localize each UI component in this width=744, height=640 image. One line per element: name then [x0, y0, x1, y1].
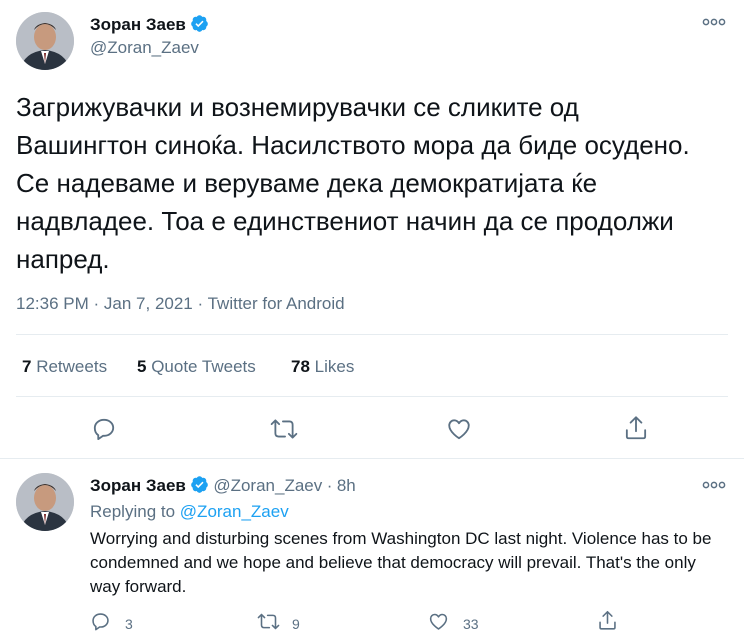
reply-text: Worrying and disturbing scenes from Wash…: [90, 529, 712, 596]
retweet-icon[interactable]: [270, 416, 298, 447]
reply-author-handle[interactable]: @Zoran_Zaev: [213, 476, 322, 495]
author-name[interactable]: Зоран Заев: [90, 15, 186, 34]
meta-separator: ·: [326, 476, 333, 495]
avatar[interactable]: [16, 12, 74, 70]
like-count: 33: [463, 616, 479, 632]
reply-retweet-button[interactable]: 9: [257, 611, 300, 637]
likes-count: 78: [291, 357, 310, 376]
reply-count: 3: [125, 616, 133, 632]
retweet-count: 9: [292, 616, 300, 632]
quote-tweets-stat[interactable]: 5 Quote Tweets: [137, 357, 256, 377]
reply-age[interactable]: 8h: [337, 476, 356, 495]
likes-label: Likes: [314, 357, 355, 376]
tweet-source[interactable]: Twitter for Android: [208, 294, 345, 313]
more-options-icon[interactable]: [702, 477, 726, 495]
divider: [0, 458, 744, 459]
replying-to-handle[interactable]: @Zoran_Zaev: [180, 502, 289, 521]
reply-avatar[interactable]: [16, 473, 74, 531]
quotes-label: Quote Tweets: [151, 357, 256, 376]
like-icon: [428, 611, 449, 637]
reply-reply-button[interactable]: 3: [90, 611, 133, 637]
meta-separator: ·: [93, 294, 100, 313]
reply-icon: [90, 611, 111, 637]
verified-badge-icon: [190, 14, 209, 38]
retweets-label: Retweets: [36, 357, 108, 376]
meta-separator: ·: [197, 294, 204, 313]
verified-badge-icon: [190, 475, 209, 499]
tweet-text: Загрижувачки и вознемирувачки се сликите…: [16, 92, 690, 274]
tweet-date[interactable]: Jan 7, 2021: [104, 294, 193, 313]
tweet-time[interactable]: 12:36 PM: [16, 294, 89, 313]
more-options-icon[interactable]: [702, 14, 726, 32]
likes-stat[interactable]: 78 Likes: [291, 357, 354, 377]
replying-to-label: Replying to: [90, 502, 176, 521]
retweet-icon: [257, 611, 280, 637]
retweets-count: 7: [22, 357, 32, 376]
quotes-count: 5: [137, 357, 147, 376]
like-icon[interactable]: [446, 416, 472, 447]
reply-author-name[interactable]: Зоран Заев: [90, 476, 186, 495]
share-icon[interactable]: [623, 414, 649, 447]
divider: [16, 396, 728, 397]
author-handle[interactable]: @Zoran_Zaev: [90, 38, 199, 58]
reply-icon[interactable]: [91, 416, 117, 447]
retweets-stat[interactable]: 7 Retweets: [22, 357, 107, 377]
reply-like-button[interactable]: 33: [428, 611, 479, 637]
divider: [16, 334, 728, 335]
share-icon[interactable]: [597, 609, 618, 637]
